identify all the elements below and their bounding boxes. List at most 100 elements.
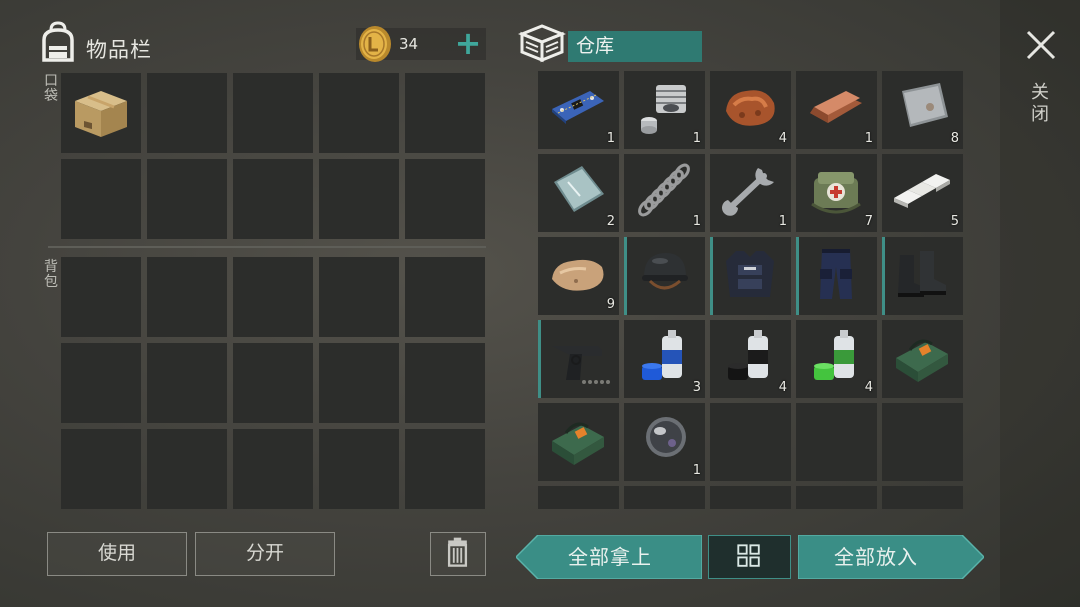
take-all-label: 全部拿上 xyxy=(568,545,652,569)
backpack-slot[interactable] xyxy=(319,343,399,423)
pocket-slot[interactable] xyxy=(405,159,485,239)
put-all-button[interactable]: 全部放入 xyxy=(798,535,984,579)
coin-count: 34 xyxy=(399,35,419,53)
warehouse-slot[interactable] xyxy=(882,403,963,481)
warehouse-slot[interactable] xyxy=(538,403,619,481)
black-spray-paint-icon xyxy=(728,330,768,380)
warehouse-slot[interactable] xyxy=(624,237,705,315)
warehouse-slot[interactable]: 4 xyxy=(710,320,791,398)
helmet-icon xyxy=(642,253,688,290)
warehouse-slot[interactable]: 2 xyxy=(538,154,619,232)
backpack-slot[interactable] xyxy=(405,257,485,337)
warehouse-slot[interactable] xyxy=(624,486,705,509)
storage-crate-icon xyxy=(518,24,566,63)
pocket-slot[interactable] xyxy=(233,159,313,239)
medkit-bag-icon xyxy=(811,172,861,214)
coin-balance: 34 + xyxy=(356,26,486,62)
circuit-board-icon xyxy=(552,91,604,124)
pocket-slot[interactable] xyxy=(319,159,399,239)
backpack-slot[interactable] xyxy=(405,343,485,423)
glass-sheet-icon xyxy=(554,166,604,212)
warehouse-slot[interactable] xyxy=(796,237,877,315)
backpack-slot[interactable] xyxy=(61,257,141,337)
pocket-slot[interactable] xyxy=(319,73,399,153)
item-count: 1 xyxy=(692,131,701,146)
warehouse-slot[interactable] xyxy=(796,403,877,481)
pocket-slot[interactable] xyxy=(61,73,141,153)
put-all-label: 全部放入 xyxy=(834,545,918,569)
add-coins-button[interactable]: + xyxy=(452,26,484,60)
warehouse-slot[interactable] xyxy=(710,403,791,481)
pocket-label: 口袋 xyxy=(44,73,58,104)
explosive-box-icon xyxy=(896,339,948,382)
backpack-icon xyxy=(42,21,74,62)
inventory-title: 物品栏 xyxy=(86,38,152,62)
warehouse-slot[interactable] xyxy=(538,320,619,398)
warehouse-slot[interactable] xyxy=(710,237,791,315)
warehouse-slot[interactable] xyxy=(882,320,963,398)
green-spray-paint-icon xyxy=(814,330,854,380)
warehouse-slot[interactable]: 1 xyxy=(796,71,877,149)
warehouse-slot[interactable]: 5 xyxy=(882,154,963,232)
body-armor-icon xyxy=(726,251,774,297)
item-count: 4 xyxy=(778,131,787,146)
trash-button[interactable] xyxy=(430,532,486,576)
close-icon[interactable] xyxy=(1024,28,1058,62)
backpack-slot[interactable] xyxy=(147,429,227,509)
backpack-slot[interactable] xyxy=(147,257,227,337)
warehouse-slot[interactable]: 1 xyxy=(624,403,705,481)
pocket-slot[interactable] xyxy=(233,73,313,153)
warehouse-slot[interactable]: 8 xyxy=(882,71,963,149)
warehouse-slot[interactable] xyxy=(882,237,963,315)
item-count: 1 xyxy=(606,131,615,146)
warehouse-slot[interactable] xyxy=(538,486,619,509)
warehouse-grid[interactable]: 1 1 4 1 8 2 1 1 7 5 9 3 4 4 1 xyxy=(538,71,963,509)
section-divider xyxy=(48,246,486,248)
warehouse-title: 仓库 xyxy=(568,31,702,62)
close-label[interactable]: 关闭 xyxy=(1031,82,1051,126)
pistol-icon xyxy=(552,346,610,384)
warehouse-slot[interactable]: 9 xyxy=(538,237,619,315)
use-button[interactable]: 使用 xyxy=(47,532,187,576)
armored-pants-icon xyxy=(820,249,852,299)
item-count: 4 xyxy=(864,380,873,395)
backpack-slot[interactable] xyxy=(233,429,313,509)
backpack-slot[interactable] xyxy=(233,343,313,423)
take-all-button[interactable]: 全部拿上 xyxy=(516,535,702,579)
warehouse-slot[interactable]: 4 xyxy=(710,71,791,149)
warehouse-slot[interactable]: 7 xyxy=(796,154,877,232)
backpack-slot[interactable] xyxy=(61,429,141,509)
warehouse-slot[interactable] xyxy=(882,486,963,509)
item-count: 3 xyxy=(692,380,701,395)
warehouse-slot[interactable] xyxy=(710,486,791,509)
aluminum-ingots-icon xyxy=(894,174,950,208)
item-count: 2 xyxy=(606,214,615,229)
pocket-slot[interactable] xyxy=(61,159,141,239)
cardboard-box-icon xyxy=(75,91,127,137)
warehouse-slot[interactable]: 1 xyxy=(710,154,791,232)
warehouse-slot[interactable]: 1 xyxy=(624,71,705,149)
pocket-slot[interactable] xyxy=(147,159,227,239)
warehouse-header: 仓库 xyxy=(518,22,718,66)
warehouse-slot[interactable]: 1 xyxy=(538,71,619,149)
backpack-slot[interactable] xyxy=(61,343,141,423)
split-button[interactable]: 分开 xyxy=(195,532,335,576)
grid-view-toggle[interactable] xyxy=(708,535,791,579)
warehouse-slot[interactable]: 4 xyxy=(796,320,877,398)
pocket-slot[interactable] xyxy=(147,73,227,153)
engine-parts-icon xyxy=(641,85,686,134)
backpack-slot[interactable] xyxy=(405,429,485,509)
warehouse-slot[interactable] xyxy=(796,486,877,509)
stone-icon xyxy=(552,259,604,291)
backpack-slot[interactable] xyxy=(319,257,399,337)
spring-icon xyxy=(638,163,690,217)
pocket-grid xyxy=(61,73,485,239)
pocket-slot[interactable] xyxy=(405,73,485,153)
item-count: 1 xyxy=(692,214,701,229)
backpack-slot[interactable] xyxy=(319,429,399,509)
iron-plate-icon xyxy=(902,83,948,127)
warehouse-slot[interactable]: 3 xyxy=(624,320,705,398)
backpack-slot[interactable] xyxy=(233,257,313,337)
warehouse-slot[interactable]: 1 xyxy=(624,154,705,232)
backpack-slot[interactable] xyxy=(147,343,227,423)
